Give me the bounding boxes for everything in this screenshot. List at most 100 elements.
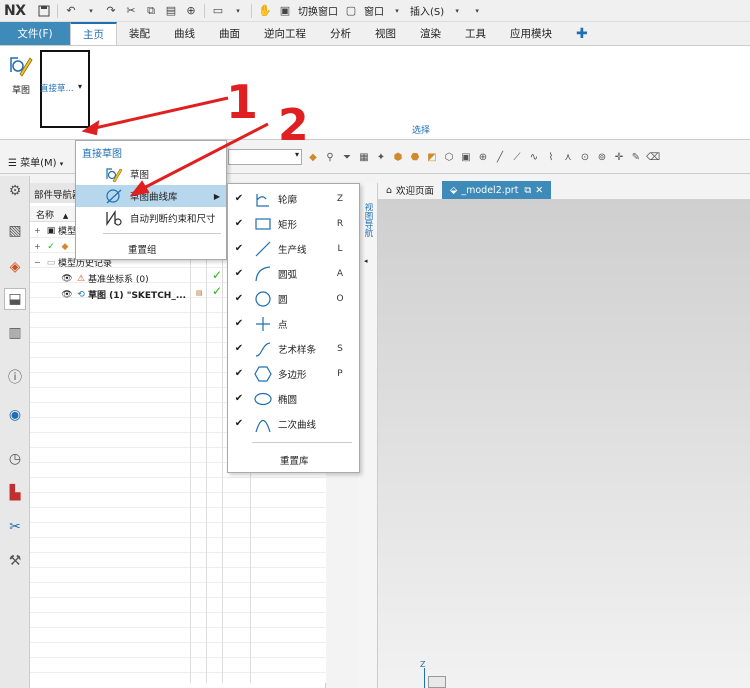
- line-end-icon[interactable]: ⟋: [510, 150, 524, 164]
- tree-row-model-views[interactable]: + ▣ 模型: [34, 223, 76, 238]
- measure-icon[interactable]: ✂: [4, 516, 26, 538]
- expand-icon[interactable]: +: [34, 242, 44, 251]
- assembly-navigator-icon[interactable]: ▧: [4, 220, 26, 242]
- close-icon[interactable]: ✕: [535, 185, 543, 196]
- eraser-icon[interactable]: ⌫: [646, 150, 660, 164]
- constraint-navigator-icon[interactable]: ◈: [4, 256, 26, 278]
- history-icon[interactable]: ◷: [4, 448, 26, 470]
- tab-welcome-page[interactable]: ⌂ 欢迎页面: [378, 181, 442, 199]
- reset-group-button[interactable]: 重置组: [128, 242, 157, 256]
- line-icon[interactable]: ╱: [493, 150, 507, 164]
- insert-menu[interactable]: 插入(S): [410, 3, 444, 18]
- menu-item-point[interactable]: ✔ 点: [228, 311, 359, 336]
- ellipse-icon: [250, 390, 276, 408]
- menu-item-ellipse[interactable]: ✔ 椭圆: [228, 386, 359, 411]
- deselect-icon[interactable]: ✦: [374, 150, 388, 164]
- crosshair-icon[interactable]: ⊕: [476, 150, 490, 164]
- save-icon[interactable]: [37, 4, 51, 18]
- tree-row-datum[interactable]: 👁 ⚠ 基准坐标系 (0): [60, 271, 148, 286]
- tab-home[interactable]: 主页: [70, 22, 117, 45]
- tab-reverse-engineering[interactable]: 逆向工程: [252, 22, 318, 45]
- view-navigator-strip[interactable]: 视图导航 ◂: [358, 183, 378, 688]
- selection-filter-select[interactable]: ▾: [228, 149, 302, 165]
- tab-assembly[interactable]: 装配: [117, 22, 162, 45]
- filter-icon[interactable]: ⏷: [340, 150, 354, 164]
- menu-item-profile[interactable]: ✔ 轮廓 Z: [228, 186, 359, 211]
- tools-icon[interactable]: ⚒: [4, 550, 26, 572]
- tab-tools[interactable]: 工具: [453, 22, 498, 45]
- body-icon[interactable]: ⬣: [408, 150, 422, 164]
- switch-window-button[interactable]: 切换窗口: [298, 3, 338, 18]
- spline-icon[interactable]: ⌇: [544, 150, 558, 164]
- cube-icon[interactable]: ◆: [306, 150, 320, 164]
- expand-icon[interactable]: +: [34, 226, 44, 235]
- undo-dropdown-icon[interactable]: ▾: [84, 4, 98, 18]
- tab-model-file[interactable]: ⬙ _model2.prt ⧉ ✕: [442, 181, 552, 199]
- redo-icon[interactable]: ↷: [104, 4, 118, 18]
- window-menu[interactable]: 窗口: [364, 3, 384, 18]
- curve-icon[interactable]: ∿: [527, 150, 541, 164]
- palette-icon[interactable]: ▙: [4, 482, 26, 504]
- cross-point-icon[interactable]: ✛: [612, 150, 626, 164]
- copy-icon[interactable]: ⧉: [144, 4, 158, 18]
- menu-item-sketch-curve-library[interactable]: 草图曲线库 ▶: [76, 185, 226, 207]
- window-layout-icon[interactable]: ▭: [211, 4, 225, 18]
- popout-icon[interactable]: ⧉: [524, 185, 531, 196]
- reset-library-button[interactable]: 重置库: [280, 453, 309, 467]
- tree-row-sketch[interactable]: 👁 ⟲ 草图 (1) "SKETCH_...: [60, 287, 186, 302]
- graphics-viewport[interactable]: [378, 199, 750, 688]
- sketch-button[interactable]: 草图: [6, 52, 36, 96]
- circle-point-icon[interactable]: ⊙: [578, 150, 592, 164]
- info-icon[interactable]: ⓘ: [4, 366, 26, 388]
- menu-item-sketch[interactable]: 草图: [76, 163, 226, 185]
- menu-button[interactable]: ☰ 菜单(M) ▾: [8, 154, 63, 169]
- cut-icon[interactable]: ✂: [124, 4, 138, 18]
- group-dropdown-icon[interactable]: ▾: [78, 82, 82, 91]
- feature-icon[interactable]: ⬢: [391, 150, 405, 164]
- paste-icon[interactable]: ▤: [164, 4, 178, 18]
- menu-item-line[interactable]: ✔ 生产线 L: [228, 236, 359, 261]
- menu-item-rectangle[interactable]: ✔ 矩形 R: [228, 211, 359, 236]
- tab-file[interactable]: 文件(F): [0, 22, 70, 45]
- box-icon[interactable]: ▣: [459, 150, 473, 164]
- settings-icon[interactable]: ⚙: [4, 180, 26, 202]
- menu-item-conic[interactable]: ✔ 二次曲线: [228, 411, 359, 436]
- select-icon[interactable]: ⚲: [323, 150, 337, 164]
- tab-curve[interactable]: 曲线: [162, 22, 207, 45]
- undo-icon[interactable]: ↶: [64, 4, 78, 18]
- solid-icon[interactable]: ⬡: [442, 150, 456, 164]
- vertex-icon[interactable]: ⋏: [561, 150, 575, 164]
- tab-view[interactable]: 视图: [363, 22, 408, 45]
- face-icon[interactable]: ◩: [425, 150, 439, 164]
- reuse-library-icon[interactable]: ▥: [4, 322, 26, 344]
- pen-icon[interactable]: ✎: [629, 150, 643, 164]
- tab-analysis[interactable]: 分析: [318, 22, 363, 45]
- window-icon[interactable]: ▢: [344, 4, 358, 18]
- window-layout-dropdown-icon[interactable]: ▾: [231, 4, 245, 18]
- eye-icon[interactable]: 👁: [60, 290, 74, 300]
- select-all-icon[interactable]: ▦: [357, 150, 371, 164]
- menu-item-arc[interactable]: ✔ 圆弧 A: [228, 261, 359, 286]
- add-tab-icon[interactable]: ✚: [564, 22, 600, 45]
- center-icon[interactable]: ⊚: [595, 150, 609, 164]
- tab-surface[interactable]: 曲面: [207, 22, 252, 45]
- menu-item-polygon[interactable]: ✔ 多边形 P: [228, 361, 359, 386]
- customize-dropdown-icon[interactable]: ▾: [470, 4, 484, 18]
- collapse-arrow-icon[interactable]: ◂: [364, 257, 368, 265]
- tab-applications[interactable]: 应用模块: [498, 22, 564, 45]
- repeat-command-icon[interactable]: ⊕: [184, 4, 198, 18]
- insert-dropdown-icon[interactable]: ▾: [450, 4, 464, 18]
- tab-render[interactable]: 渲染: [408, 22, 453, 45]
- window-dropdown-icon[interactable]: ▾: [390, 4, 404, 18]
- web-browser-icon[interactable]: ◉: [4, 404, 26, 426]
- direct-sketch-group-label[interactable]: 直接草...: [40, 82, 74, 94]
- eye-icon[interactable]: 👁: [60, 274, 74, 284]
- switch-window-icon[interactable]: ▣: [278, 4, 292, 18]
- collapse-icon[interactable]: −: [34, 258, 44, 267]
- touch-mode-icon[interactable]: ✋: [258, 4, 272, 18]
- menu-item-circle[interactable]: ✔ 圆 O: [228, 286, 359, 311]
- menu-item-auto-constraints[interactable]: 自动判断约束和尺寸: [76, 207, 226, 229]
- menu-item-studio-spline[interactable]: ✔ 艺术样条 S: [228, 336, 359, 361]
- tree-row-cameras[interactable]: + ✓ ◆: [34, 239, 72, 254]
- part-navigator-icon[interactable]: ⬓: [4, 288, 26, 310]
